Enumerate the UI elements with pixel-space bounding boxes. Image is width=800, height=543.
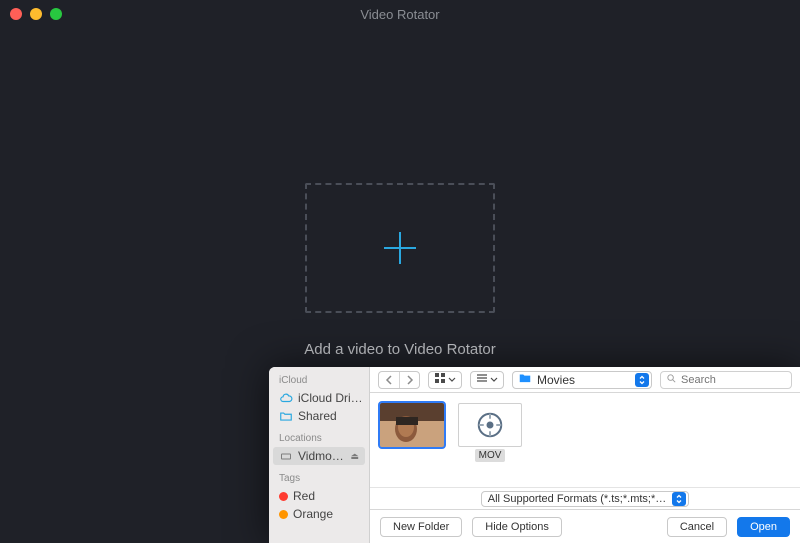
file-grid: MOV: [370, 393, 800, 487]
plus-icon: [380, 228, 420, 268]
nav-forward-button[interactable]: [399, 372, 419, 388]
group-mode-button[interactable]: [470, 371, 504, 389]
open-button[interactable]: Open: [737, 517, 790, 537]
sidebar-item-icloud-drive[interactable]: iCloud Dri…: [269, 389, 369, 407]
file-item-video[interactable]: [380, 403, 444, 447]
cancel-button[interactable]: Cancel: [667, 517, 727, 537]
search-field[interactable]: [660, 371, 792, 389]
sidebar-tag-red[interactable]: Red: [269, 487, 369, 505]
disk-icon: [279, 449, 293, 463]
mov-file-icon: [458, 403, 522, 447]
file-caption: MOV: [475, 449, 506, 462]
location-popup[interactable]: Movies: [512, 371, 652, 389]
sidebar-item-shared[interactable]: Shared: [269, 407, 369, 425]
sidebar-item-label: Orange: [293, 507, 333, 521]
sidebar-item-label: Red: [293, 489, 315, 503]
tag-dot-red: [279, 492, 288, 501]
list-icon: [476, 372, 488, 387]
grid-icon: [434, 372, 446, 387]
search-icon: [666, 373, 677, 387]
dialog-toolbar: Movies: [370, 367, 800, 393]
format-label: All Supported Formats (*.ts;*.mts;*…: [488, 493, 667, 505]
sidebar-item-label: Vidmo…: [298, 449, 344, 463]
titlebar: Video Rotator: [0, 0, 800, 28]
chevron-down-icon: [448, 373, 456, 387]
tag-dot-orange: [279, 510, 288, 519]
sidebar-header-tags: Tags: [269, 471, 369, 487]
sidebar-item-vidmo[interactable]: Vidmo… ⏏: [273, 447, 365, 465]
dialog-panel: Movies: [369, 367, 800, 543]
view-icon-mode-button[interactable]: [428, 371, 462, 389]
chevron-down-icon: [490, 373, 498, 387]
window-title: Video Rotator: [0, 7, 800, 22]
file-open-dialog: iCloud iCloud Dri… Shared Locations Vidm…: [269, 367, 800, 543]
dialog-sidebar: iCloud iCloud Dri… Shared Locations Vidm…: [269, 367, 369, 543]
hide-options-button[interactable]: Hide Options: [472, 517, 562, 537]
cloud-icon: [279, 391, 293, 405]
sidebar-item-label: iCloud Dri…: [298, 391, 363, 405]
folder-icon: [518, 371, 532, 388]
dialog-footer: New Folder Hide Options Cancel Open: [370, 509, 800, 543]
updown-icon: [635, 373, 649, 387]
sidebar-tag-orange[interactable]: Orange: [269, 505, 369, 523]
file-item-mov[interactable]: MOV: [458, 403, 522, 462]
sidebar-header-locations: Locations: [269, 431, 369, 447]
sidebar-header-icloud: iCloud: [269, 373, 369, 389]
eject-icon[interactable]: ⏏: [350, 451, 359, 462]
location-label: Movies: [537, 373, 575, 387]
video-thumbnail: [380, 403, 444, 447]
nav-back-forward: [378, 371, 420, 389]
updown-icon: [672, 492, 686, 506]
format-row: All Supported Formats (*.ts;*.mts;*…: [370, 487, 800, 509]
search-input[interactable]: [681, 374, 786, 386]
sidebar-item-label: Shared: [298, 409, 337, 423]
dropzone-hint: Add a video to Video Rotator: [304, 341, 496, 358]
nav-back-button[interactable]: [379, 372, 399, 388]
new-folder-button[interactable]: New Folder: [380, 517, 462, 537]
format-popup[interactable]: All Supported Formats (*.ts;*.mts;*…: [481, 491, 690, 507]
shared-folder-icon: [279, 409, 293, 423]
add-video-dropzone[interactable]: [305, 183, 495, 313]
